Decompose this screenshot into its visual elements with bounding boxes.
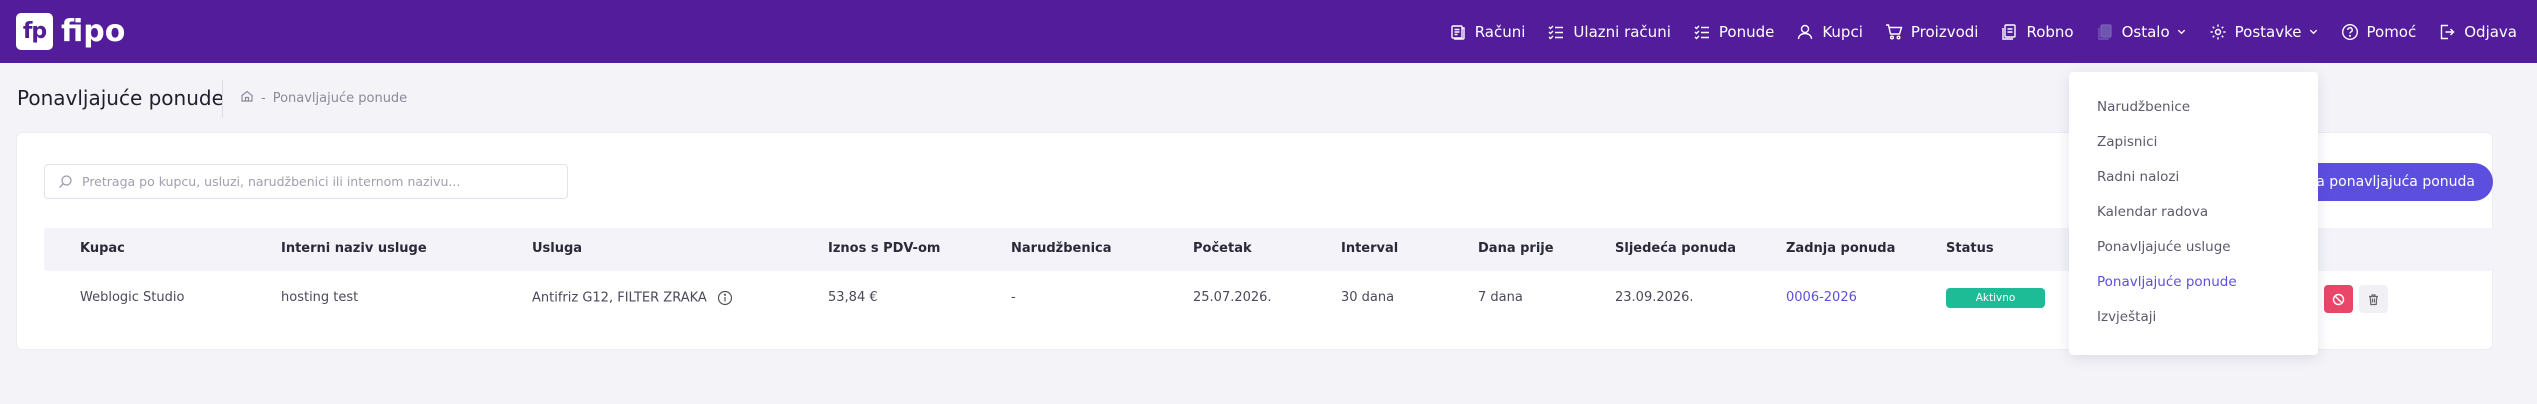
nav-item-ponude[interactable]: Ponude xyxy=(1693,23,1774,41)
breadcrumb-current: Ponavljajuće ponude xyxy=(272,90,408,106)
page-title: Ponavljajuće ponude xyxy=(17,86,224,110)
nav-label: Ponude xyxy=(1718,22,1775,41)
chevron-down-icon xyxy=(2176,26,2187,37)
col-header-pocetak[interactable]: Početak xyxy=(1193,241,1252,256)
nav-item-robno[interactable]: Robno xyxy=(2000,22,2074,41)
chevron-down-icon xyxy=(2308,26,2319,37)
menu-item-ponavljajuce-ponude[interactable]: Ponavljajuće ponude xyxy=(2097,274,2237,290)
breadcrumb: - Ponavljajuće ponude xyxy=(240,89,407,107)
search-input[interactable] xyxy=(82,174,562,189)
receipt-icon xyxy=(1449,23,1467,41)
col-header-kupac[interactable]: Kupac xyxy=(80,241,125,256)
status-badge: Aktivno xyxy=(1946,288,2045,308)
list-check-icon xyxy=(1547,23,1565,41)
nav-item-racuni[interactable]: Računi xyxy=(1449,22,1526,41)
search-box xyxy=(44,164,568,199)
nav-label: Odjava xyxy=(2464,22,2517,41)
nav-item-postavke[interactable]: Postavke xyxy=(2209,23,2319,41)
info-icon[interactable] xyxy=(717,290,733,306)
menu-item-ponavljajuce-usluge[interactable]: Ponavljajuće usluge xyxy=(2097,239,2231,255)
nav-item-pomoc[interactable]: Pomoć xyxy=(2341,22,2417,41)
ban-icon xyxy=(2332,293,2345,306)
col-header-iznos[interactable]: Iznos s PDV-om xyxy=(828,241,940,256)
nav-label: Ulazni računi xyxy=(1573,22,1671,41)
breadcrumb-separator: - xyxy=(261,90,266,106)
nav-label: Pomoć xyxy=(2366,22,2417,41)
col-header-status[interactable]: Status xyxy=(1946,241,1994,256)
cell-usluga-text: Antifriz G12, FILTER ZRAKA xyxy=(532,290,707,306)
col-header-dana-prije[interactable]: Dana prije xyxy=(1478,241,1554,256)
menu-item-narudzbenice[interactable]: Narudžbenice xyxy=(2097,99,2190,115)
nav-item-ostalo[interactable]: Ostalo xyxy=(2096,23,2187,41)
cell-pocetak: 25.07.2026. xyxy=(1193,290,1272,305)
gear-icon xyxy=(2209,23,2227,41)
nav-label: Postavke xyxy=(2234,22,2302,41)
col-header-sljedeca[interactable]: Sljedeća ponuda xyxy=(1615,241,1736,256)
menu-item-radni-nalozi[interactable]: Radni nalozi xyxy=(2097,169,2179,185)
cell-dana-prije: 7 dana xyxy=(1478,290,1523,305)
nav-item-proizvodi[interactable]: Proizvodi xyxy=(1885,22,1979,41)
nav-label: Ostalo xyxy=(2121,22,2170,41)
cell-interni-naziv: hosting test xyxy=(281,290,359,305)
main-nav: Računi Ulazni računi Ponude Kupci Proizv… xyxy=(1427,0,2517,63)
menu-item-izvjestaji[interactable]: Izvještaji xyxy=(2097,309,2156,325)
delete-button[interactable] xyxy=(2359,285,2388,313)
deactivate-button[interactable] xyxy=(2324,285,2353,313)
cell-zadnja-link[interactable]: 0006-2026 xyxy=(1786,290,1857,305)
cart-icon xyxy=(1885,23,1903,41)
nav-item-ulazni-racuni[interactable]: Ulazni računi xyxy=(1547,22,1671,41)
cell-narudzbenica: - xyxy=(1011,290,1016,305)
app-logo[interactable]: fp fipo xyxy=(16,13,125,50)
new-button-label: va ponavljajuća ponuda xyxy=(2307,174,2475,190)
col-header-interval[interactable]: Interval xyxy=(1341,241,1398,256)
col-header-usluga[interactable]: Usluga xyxy=(532,241,582,256)
cell-interval: 30 dana xyxy=(1341,290,1395,305)
logo-mark: fp xyxy=(16,13,53,50)
top-navbar: fp fipo Računi Ulazni računi Ponude Kupc… xyxy=(0,0,2537,63)
documents-icon xyxy=(2096,23,2114,41)
cell-usluga: Antifriz G12, FILTER ZRAKA xyxy=(532,290,733,306)
col-header-interni-naziv[interactable]: Interni naziv usluge xyxy=(281,241,427,256)
list-check-icon xyxy=(1693,23,1711,41)
user-icon xyxy=(1796,23,1814,41)
help-icon xyxy=(2341,23,2359,41)
trash-icon xyxy=(2367,293,2380,306)
cell-kupac: Weblogic Studio xyxy=(80,290,185,305)
cell-iznos: 53,84 € xyxy=(828,290,878,305)
search-icon xyxy=(58,174,73,189)
nav-item-kupci[interactable]: Kupci xyxy=(1796,23,1863,41)
col-header-narudzbenica[interactable]: Narudžbenica xyxy=(1011,241,1112,256)
nav-item-odjava[interactable]: Odjava xyxy=(2438,23,2517,41)
documents-icon xyxy=(2000,23,2018,41)
cell-sljedeca: 23.09.2026. xyxy=(1615,290,1694,305)
menu-item-kalendar-radova[interactable]: Kalendar radova xyxy=(2097,204,2208,220)
nav-label: Proizvodi xyxy=(1910,22,1979,41)
logout-icon xyxy=(2438,23,2456,41)
col-header-zadnja[interactable]: Zadnja ponuda xyxy=(1786,241,1895,256)
nav-label: Robno xyxy=(2026,22,2074,41)
home-icon[interactable] xyxy=(240,89,254,107)
title-divider xyxy=(222,80,223,118)
nav-label: Kupci xyxy=(1822,22,1863,41)
logo-text: fipo xyxy=(61,14,126,49)
nav-label: Računi xyxy=(1474,22,1526,41)
menu-item-zapisnici[interactable]: Zapisnici xyxy=(2097,134,2157,150)
